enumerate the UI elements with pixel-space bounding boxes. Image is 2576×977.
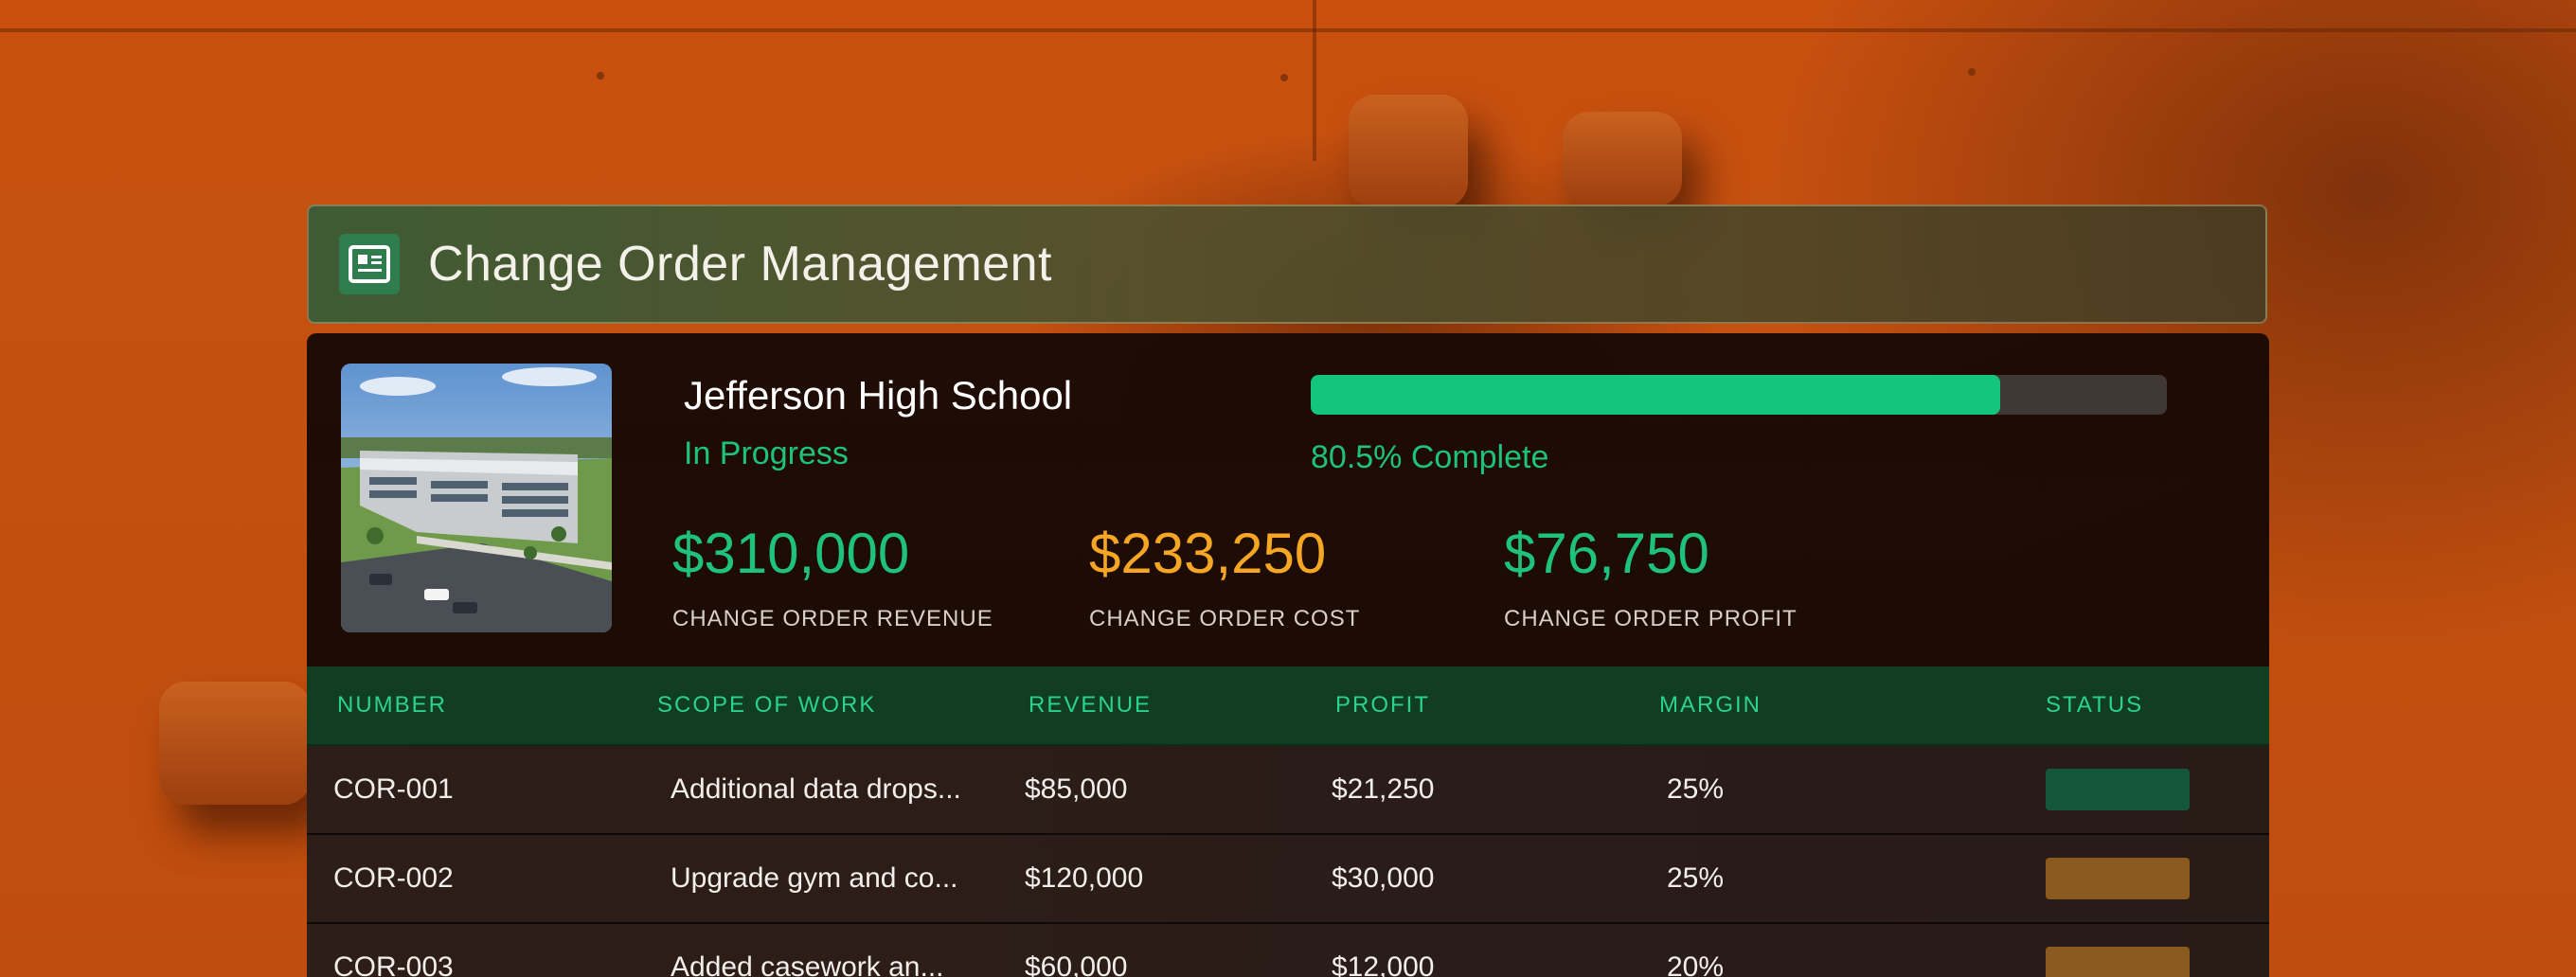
page-header: Change Order Management: [307, 204, 2267, 324]
wall-rivet: [597, 72, 604, 80]
wall-seam: [1313, 0, 1316, 161]
profit-value: $76,750: [1504, 522, 1709, 585]
column-header-status[interactable]: STATUS: [2046, 666, 2143, 744]
cell-scope: Added casework an...: [671, 951, 944, 977]
cell-margin: 25%: [1667, 862, 1725, 894]
profit-label: CHANGE ORDER PROFIT: [1504, 606, 1798, 631]
cell-profit: $12,000: [1332, 951, 1435, 977]
wall-bracket: [1349, 95, 1468, 208]
revenue-value: $310,000: [672, 522, 910, 585]
table-row[interactable]: COR-001 Additional data drops... $85,000…: [307, 746, 2269, 835]
table-row[interactable]: COR-002 Upgrade gym and co... $120,000 $…: [307, 835, 2269, 924]
cell-number: COR-001: [333, 773, 454, 805]
cell-revenue: $120,000: [1025, 862, 1144, 894]
status-badge[interactable]: [2046, 769, 2190, 810]
progress-label: 80.5% Complete: [1311, 439, 1549, 475]
column-header-margin[interactable]: MARGIN: [1659, 666, 1762, 744]
wall-bracket: [159, 682, 311, 805]
progress-fill: [1311, 375, 2000, 415]
cell-profit: $21,250: [1332, 773, 1435, 805]
project-status: In Progress: [684, 435, 849, 471]
cell-scope: Additional data drops...: [671, 773, 961, 805]
wall-rivet: [1280, 74, 1288, 81]
status-badge[interactable]: [2046, 858, 2190, 899]
cell-number: COR-003: [333, 951, 454, 977]
project-panel: Jefferson High School In Progress 80.5% …: [307, 333, 2269, 977]
wall-bracket: [1563, 112, 1682, 206]
page-title: Change Order Management: [428, 237, 1052, 292]
column-header-scope[interactable]: SCOPE OF WORK: [657, 666, 876, 744]
revenue-label: CHANGE ORDER REVENUE: [672, 606, 993, 631]
cell-scope: Upgrade gym and co...: [671, 862, 958, 894]
cost-value: $233,250: [1089, 522, 1327, 585]
wall-seam: [0, 28, 2576, 32]
wall-rivet: [1968, 68, 1976, 76]
cell-revenue: $60,000: [1025, 951, 1128, 977]
newspaper-icon: [339, 234, 400, 294]
column-header-number[interactable]: NUMBER: [337, 666, 447, 744]
table-header: NUMBER SCOPE OF WORK REVENUE PROFIT MARG…: [307, 666, 2269, 746]
cell-revenue: $85,000: [1025, 773, 1128, 805]
cell-margin: 25%: [1667, 773, 1725, 805]
cell-profit: $30,000: [1332, 862, 1435, 894]
project-name: Jefferson High School: [684, 373, 1073, 417]
column-header-profit[interactable]: PROFIT: [1335, 666, 1430, 744]
cell-margin: 20%: [1667, 951, 1725, 977]
progress-bar: [1311, 375, 2167, 415]
cost-label: CHANGE ORDER COST: [1089, 606, 1361, 631]
cell-number: COR-002: [333, 862, 454, 894]
project-photo: [341, 364, 612, 632]
table-row[interactable]: COR-003 Added casework an... $60,000 $12…: [307, 924, 2269, 977]
status-badge[interactable]: [2046, 947, 2190, 977]
column-header-revenue[interactable]: REVENUE: [1029, 666, 1152, 744]
